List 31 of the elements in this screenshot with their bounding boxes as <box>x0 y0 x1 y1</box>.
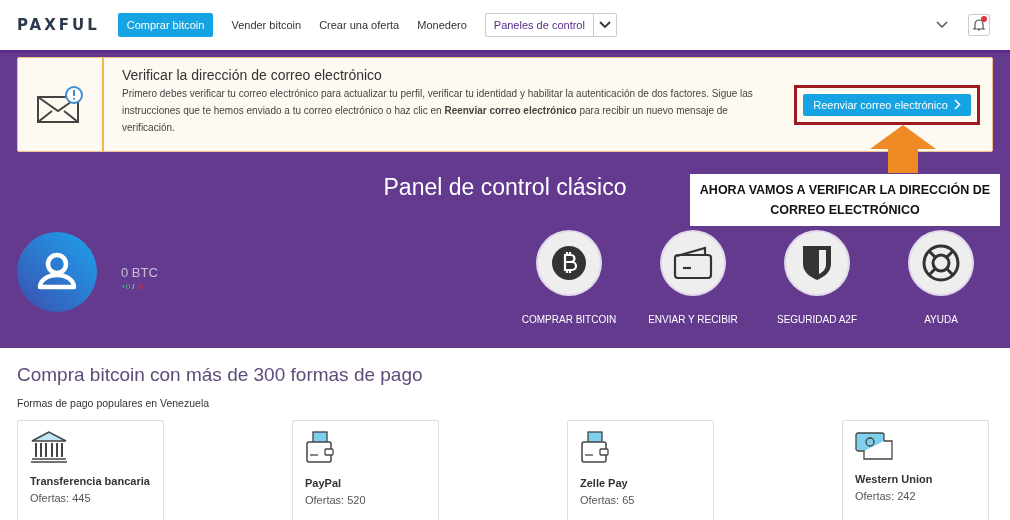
annotation-text: AHORA VAMOS A VERIFICAR LA DIRECCIÓN DE CORREO ELECTRÓNICO <box>690 174 1000 226</box>
nav-link[interactable]: Crear una oferta <box>319 13 400 37</box>
payment-method-card[interactable]: Transferencia bancaria Ofertas: 445 <box>17 420 164 520</box>
offer-count: Ofertas: 242 <box>855 490 916 502</box>
offer-count: Ofertas: 520 <box>305 494 366 506</box>
payment-method-card[interactable]: PayPal Ofertas: 520 <box>292 420 439 520</box>
dashboards-dropdown[interactable]: Paneles de control <box>484 13 617 37</box>
payment-method-card[interactable]: Western Union Ofertas: 242 <box>842 420 989 520</box>
banner-text: Primero debes verificar tu correo electrónico para actualizar tu perfil, verificar tu identidad y habilitar la autenticación de dos factores. Sigue las instrucciones que te hemos enviado a tu correo electrónico o haz clic en Reenviar correo electrónico para recibir un nuevo mensaje de verificación. <box>122 87 754 135</box>
action-label[interactable]: COMPRAR BITCOIN <box>521 314 617 325</box>
action-label[interactable]: AYUDA <box>924 314 958 325</box>
separator: / <box>132 282 135 291</box>
action-label[interactable]: SEGURIDAD A2F <box>777 314 857 325</box>
balance-loss: -0 <box>136 282 144 291</box>
payment-method-card[interactable]: Zelle Pay Ofertas: 65 <box>567 420 714 520</box>
payment-method-name: Western Union <box>855 473 933 485</box>
balance-amount: 0 BTC <box>121 265 158 280</box>
payment-method-name: PayPal <box>305 477 342 489</box>
banner-title: Verificar la dirección de correo electrónico <box>122 67 383 83</box>
action-label[interactable]: ENVIAR Y RECIBIR <box>648 314 738 325</box>
payment-method-name: Transferencia bancaria <box>30 475 150 487</box>
offer-count: Ofertas: 445 <box>30 492 91 504</box>
balance-gain: +0 <box>121 282 131 291</box>
section-heading: Compra bitcoin con más de 300 formas de pago <box>17 364 424 386</box>
logo[interactable]: PAXFUL <box>17 16 100 34</box>
payment-method-name: Zelle Pay <box>580 477 628 489</box>
dashboard-title: Panel de control clásico <box>383 174 627 201</box>
nav-link[interactable]: Vender bitcoin <box>231 13 302 37</box>
nav-link[interactable]: Monedero <box>417 13 467 37</box>
section-subheading: Formas de pago populares en Venezuela <box>17 397 211 409</box>
offer-count: Ofertas: 65 <box>580 494 635 506</box>
